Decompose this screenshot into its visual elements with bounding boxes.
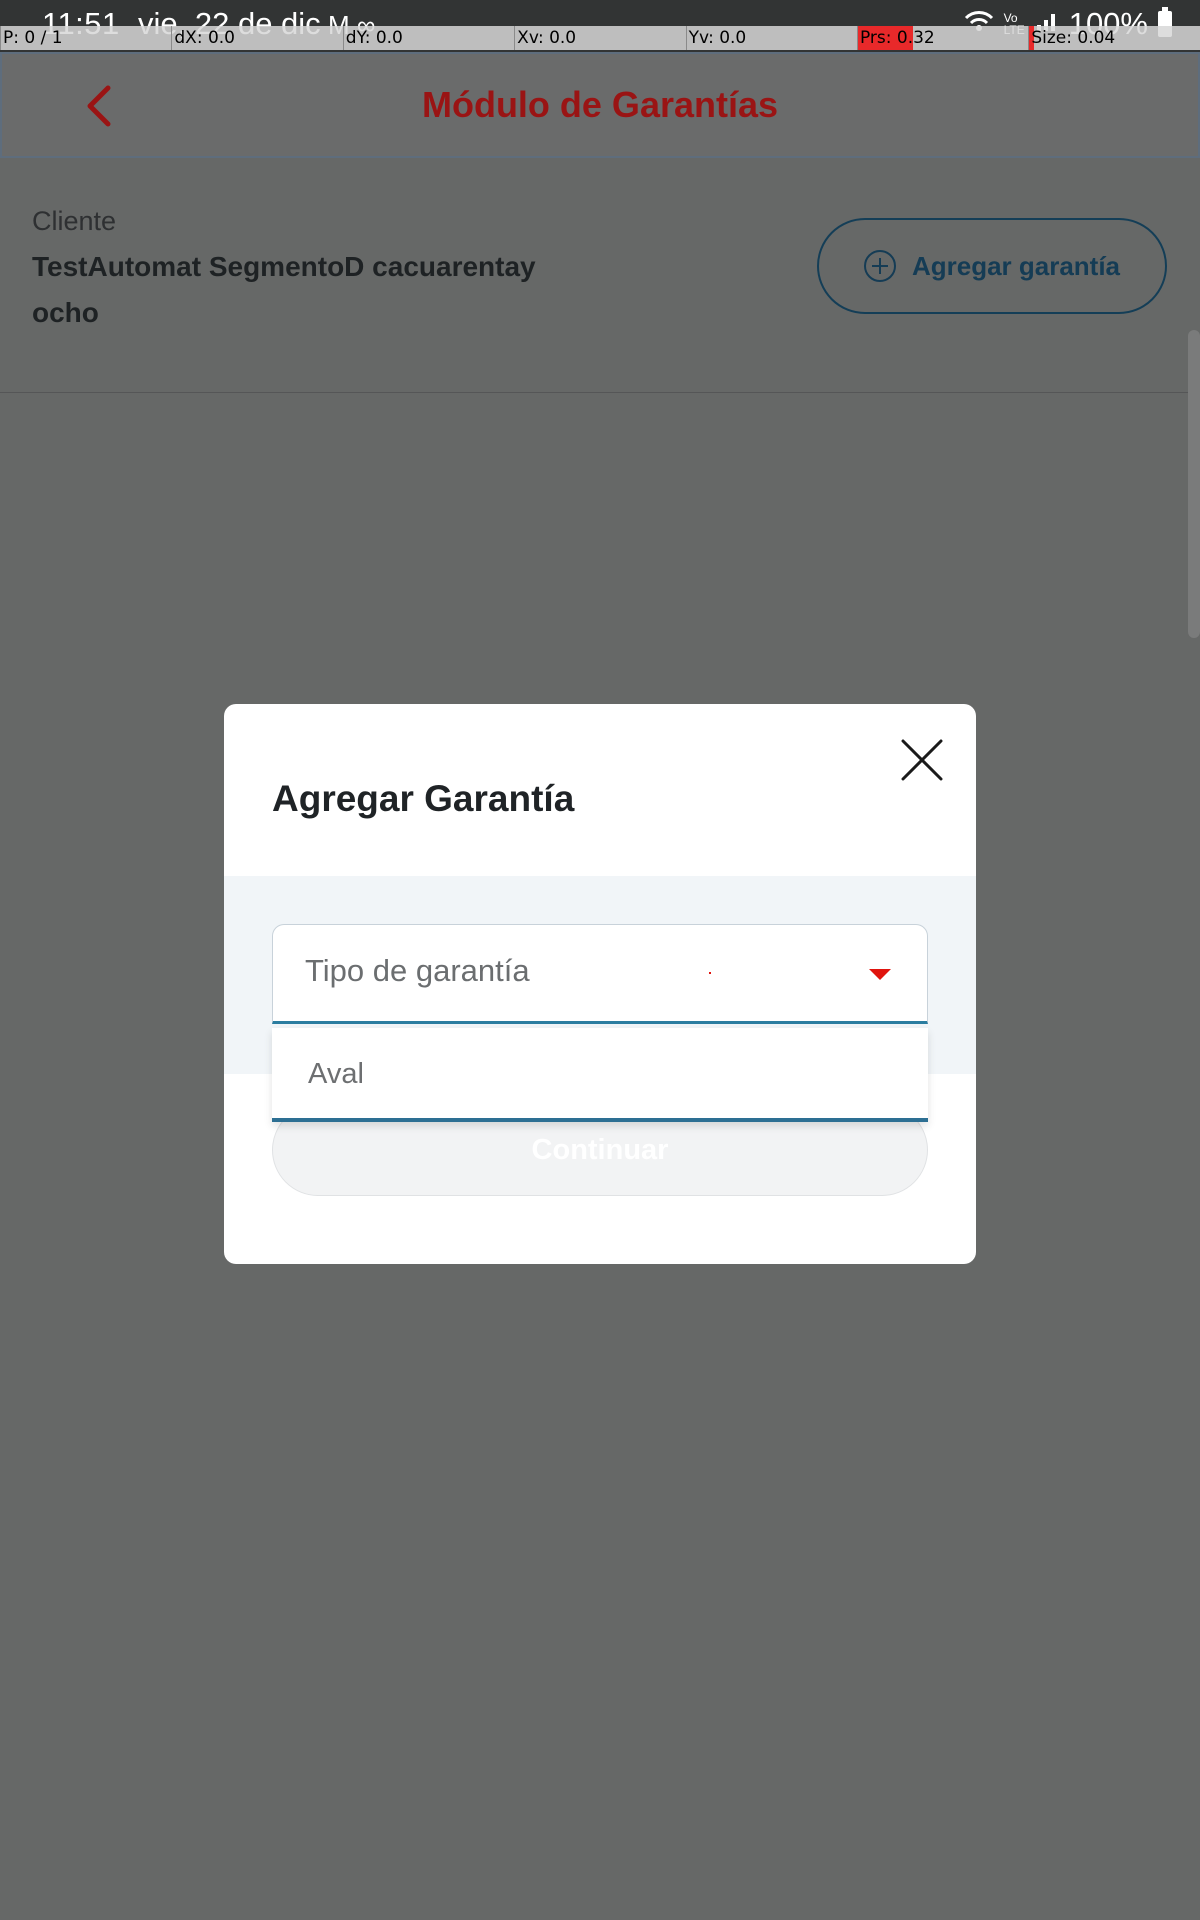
overlay-size: Size: 0.04 bbox=[1028, 26, 1200, 50]
scrollbar[interactable] bbox=[1188, 330, 1200, 638]
caret-down-icon[interactable] bbox=[869, 969, 891, 980]
overlay-dy: dY: 0.0 bbox=[342, 26, 515, 50]
page-title: Módulo de Garantías bbox=[421, 84, 779, 125]
overlay-pointer-count: P: 0 / 1 bbox=[0, 26, 172, 50]
select-marker bbox=[709, 972, 711, 974]
guarantee-type-select[interactable]: Tipo de garantía bbox=[272, 924, 928, 1024]
client-name: TestAutomat SegmentoD cacuarentay ocho bbox=[32, 251, 536, 328]
dropdown-option-aval[interactable]: Aval bbox=[308, 1058, 364, 1091]
overlay-yv: Yv: 0.0 bbox=[685, 26, 857, 50]
overlay-dx: dX: 0.0 bbox=[171, 26, 343, 50]
section-divider bbox=[0, 392, 1200, 393]
guarantee-type-dropdown: Aval bbox=[272, 1028, 928, 1122]
overlay-pressure: Prs: 0.32 bbox=[856, 26, 1029, 50]
modal-title: Agregar Garantía bbox=[272, 778, 575, 819]
select-placeholder: Tipo de garantía bbox=[305, 953, 530, 988]
add-guarantee-button[interactable]: Agregar garantía bbox=[817, 218, 1167, 314]
app-header: Módulo de Garantías bbox=[0, 52, 1200, 158]
close-icon[interactable] bbox=[900, 738, 944, 782]
add-guarantee-modal: Agregar Garantía Tipo de garantía Aval C… bbox=[224, 704, 976, 1264]
pointer-location-overlay: P: 0 / 1 dX: 0.0 dY: 0.0 Xv: 0.0 Yv: 0.0… bbox=[0, 26, 1200, 50]
client-label: Cliente bbox=[32, 206, 117, 236]
add-guarantee-label: Agregar garantía bbox=[911, 250, 1121, 281]
plus-circle-icon bbox=[863, 250, 896, 282]
overlay-xv: Xv: 0.0 bbox=[514, 26, 686, 50]
